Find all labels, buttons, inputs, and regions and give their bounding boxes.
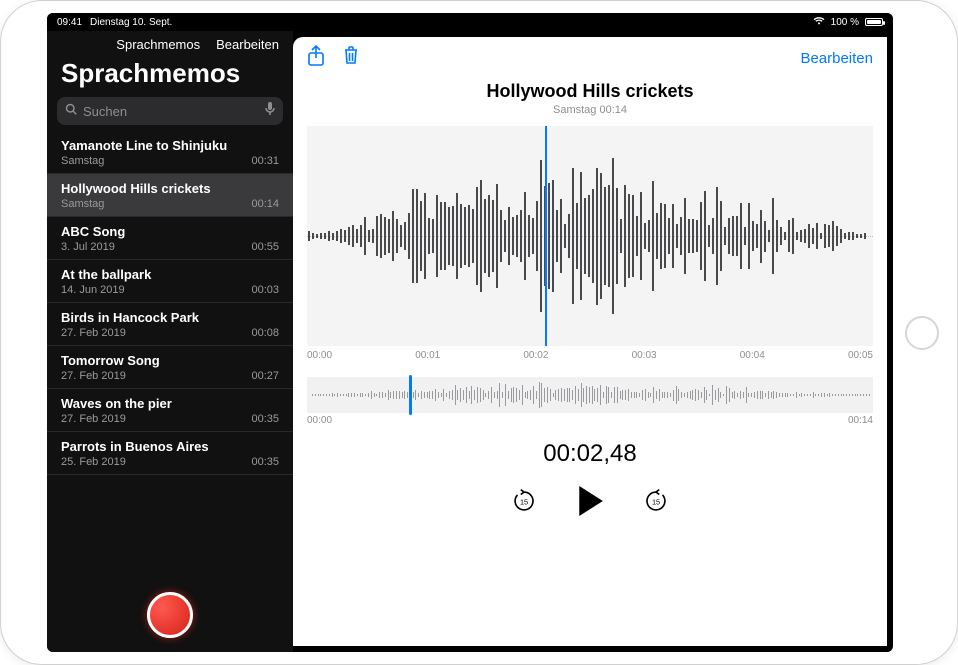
- skip-forward-15-button[interactable]: 15: [643, 488, 669, 519]
- memo-list-item[interactable]: Parrots in Buenos Aires 25. Feb 2019 00:35: [47, 432, 293, 475]
- home-button[interactable]: [905, 316, 939, 350]
- memo-item-title: Yamanote Line to Shinjuku: [61, 138, 279, 153]
- memo-item-title: Waves on the pier: [61, 396, 279, 411]
- memo-item-duration: 00:08: [251, 327, 279, 339]
- trash-icon[interactable]: [343, 45, 359, 71]
- dictation-icon[interactable]: [265, 102, 275, 121]
- svg-text:15: 15: [652, 497, 660, 506]
- wifi-icon: [813, 16, 825, 28]
- memo-list-item[interactable]: Hollywood Hills crickets Samstag 00:14: [47, 174, 293, 217]
- memo-list-item[interactable]: Yamanote Line to Shinjuku Samstag 00:31: [47, 131, 293, 174]
- mini-tick-end: 00:14: [848, 415, 873, 426]
- status-date: Dienstag 10. Sept.: [90, 17, 172, 28]
- mini-playhead[interactable]: [409, 375, 412, 415]
- waveform-main[interactable]: [307, 126, 873, 346]
- memo-item-title: At the ballpark: [61, 267, 279, 282]
- timeline-tick: 00:05: [848, 350, 873, 361]
- sidebar: Sprachmemos Bearbeiten Sprachmemos: [47, 31, 293, 652]
- status-bar: 09:41 Dienstag 10. Sept. 100 %: [47, 13, 893, 31]
- nav-app-label[interactable]: Sprachmemos: [116, 37, 200, 52]
- search-input[interactable]: [83, 104, 259, 119]
- record-button[interactable]: [147, 592, 193, 638]
- memo-item-date: 27. Feb 2019: [61, 327, 126, 339]
- memo-item-date: 27. Feb 2019: [61, 413, 126, 425]
- screen: 09:41 Dienstag 10. Sept. 100 % Sprachmem…: [47, 13, 893, 652]
- memo-item-duration: 00:35: [251, 456, 279, 468]
- sidebar-title: Sprachmemos: [47, 56, 293, 97]
- memo-item-duration: 00:03: [251, 284, 279, 296]
- timeline-tick: 00:01: [415, 350, 440, 361]
- memo-item-title: Hollywood Hills crickets: [61, 181, 279, 196]
- memo-list[interactable]: Yamanote Line to Shinjuku Samstag 00:31 Hol…: [47, 131, 293, 582]
- detail-edit-button[interactable]: Bearbeiten: [800, 50, 873, 67]
- mini-tick-start: 00:00: [307, 415, 332, 426]
- memo-item-duration: 00:55: [251, 241, 279, 253]
- playhead[interactable]: [545, 126, 547, 346]
- status-time: 09:41: [57, 17, 82, 28]
- recording-title[interactable]: Hollywood Hills crickets: [293, 81, 887, 102]
- memo-list-item[interactable]: Waves on the pier 27. Feb 2019 00:35: [47, 389, 293, 432]
- memo-item-date: Samstag: [61, 198, 104, 210]
- current-time: 00:02,48: [293, 440, 887, 468]
- memo-item-duration: 00:35: [251, 413, 279, 425]
- memo-item-title: Tomorrow Song: [61, 353, 279, 368]
- memo-item-date: 25. Feb 2019: [61, 456, 126, 468]
- memo-item-title: ABC Song: [61, 224, 279, 239]
- memo-item-date: Samstag: [61, 155, 104, 167]
- timeline-ticks: 00:00 00:01 00:02 00:03 00:04 00:05: [307, 350, 873, 361]
- battery-text: 100 %: [831, 17, 859, 28]
- memo-item-date: 14. Jun 2019: [61, 284, 125, 296]
- memo-list-item[interactable]: Tomorrow Song 27. Feb 2019 00:27: [47, 346, 293, 389]
- ipad-device-frame: 09:41 Dienstag 10. Sept. 100 % Sprachmem…: [0, 0, 958, 665]
- memo-item-duration: 00:31: [251, 155, 279, 167]
- memo-item-duration: 00:14: [251, 198, 279, 210]
- play-button[interactable]: [577, 486, 603, 521]
- timeline-tick: 00:00: [307, 350, 332, 361]
- skip-back-15-button[interactable]: 15: [511, 488, 537, 519]
- memo-list-item[interactable]: At the ballpark 14. Jun 2019 00:03: [47, 260, 293, 303]
- memo-list-item[interactable]: ABC Song 3. Jul 2019 00:55: [47, 217, 293, 260]
- timeline-tick: 00:02: [523, 350, 548, 361]
- memo-item-title: Parrots in Buenos Aires: [61, 439, 279, 454]
- transport-controls: 15 15: [293, 486, 887, 521]
- svg-text:15: 15: [520, 497, 528, 506]
- timeline-tick: 00:04: [740, 350, 765, 361]
- timeline-tick: 00:03: [632, 350, 657, 361]
- nav-edit-label[interactable]: Bearbeiten: [216, 37, 279, 52]
- detail-panel: Bearbeiten Hollywood Hills crickets Sams…: [293, 37, 887, 646]
- share-icon[interactable]: [307, 45, 325, 71]
- memo-list-item[interactable]: Birds in Hancock Park 27. Feb 2019 00:08: [47, 303, 293, 346]
- waveform-overview[interactable]: [307, 377, 873, 413]
- memo-item-date: 3. Jul 2019: [61, 241, 115, 253]
- memo-item-date: 27. Feb 2019: [61, 370, 126, 382]
- battery-icon: [865, 18, 883, 26]
- memo-item-title: Birds in Hancock Park: [61, 310, 279, 325]
- memo-item-duration: 00:27: [251, 370, 279, 382]
- recording-subtitle: Samstag 00:14: [293, 104, 887, 116]
- search-field[interactable]: [57, 97, 283, 125]
- search-icon: [65, 102, 77, 120]
